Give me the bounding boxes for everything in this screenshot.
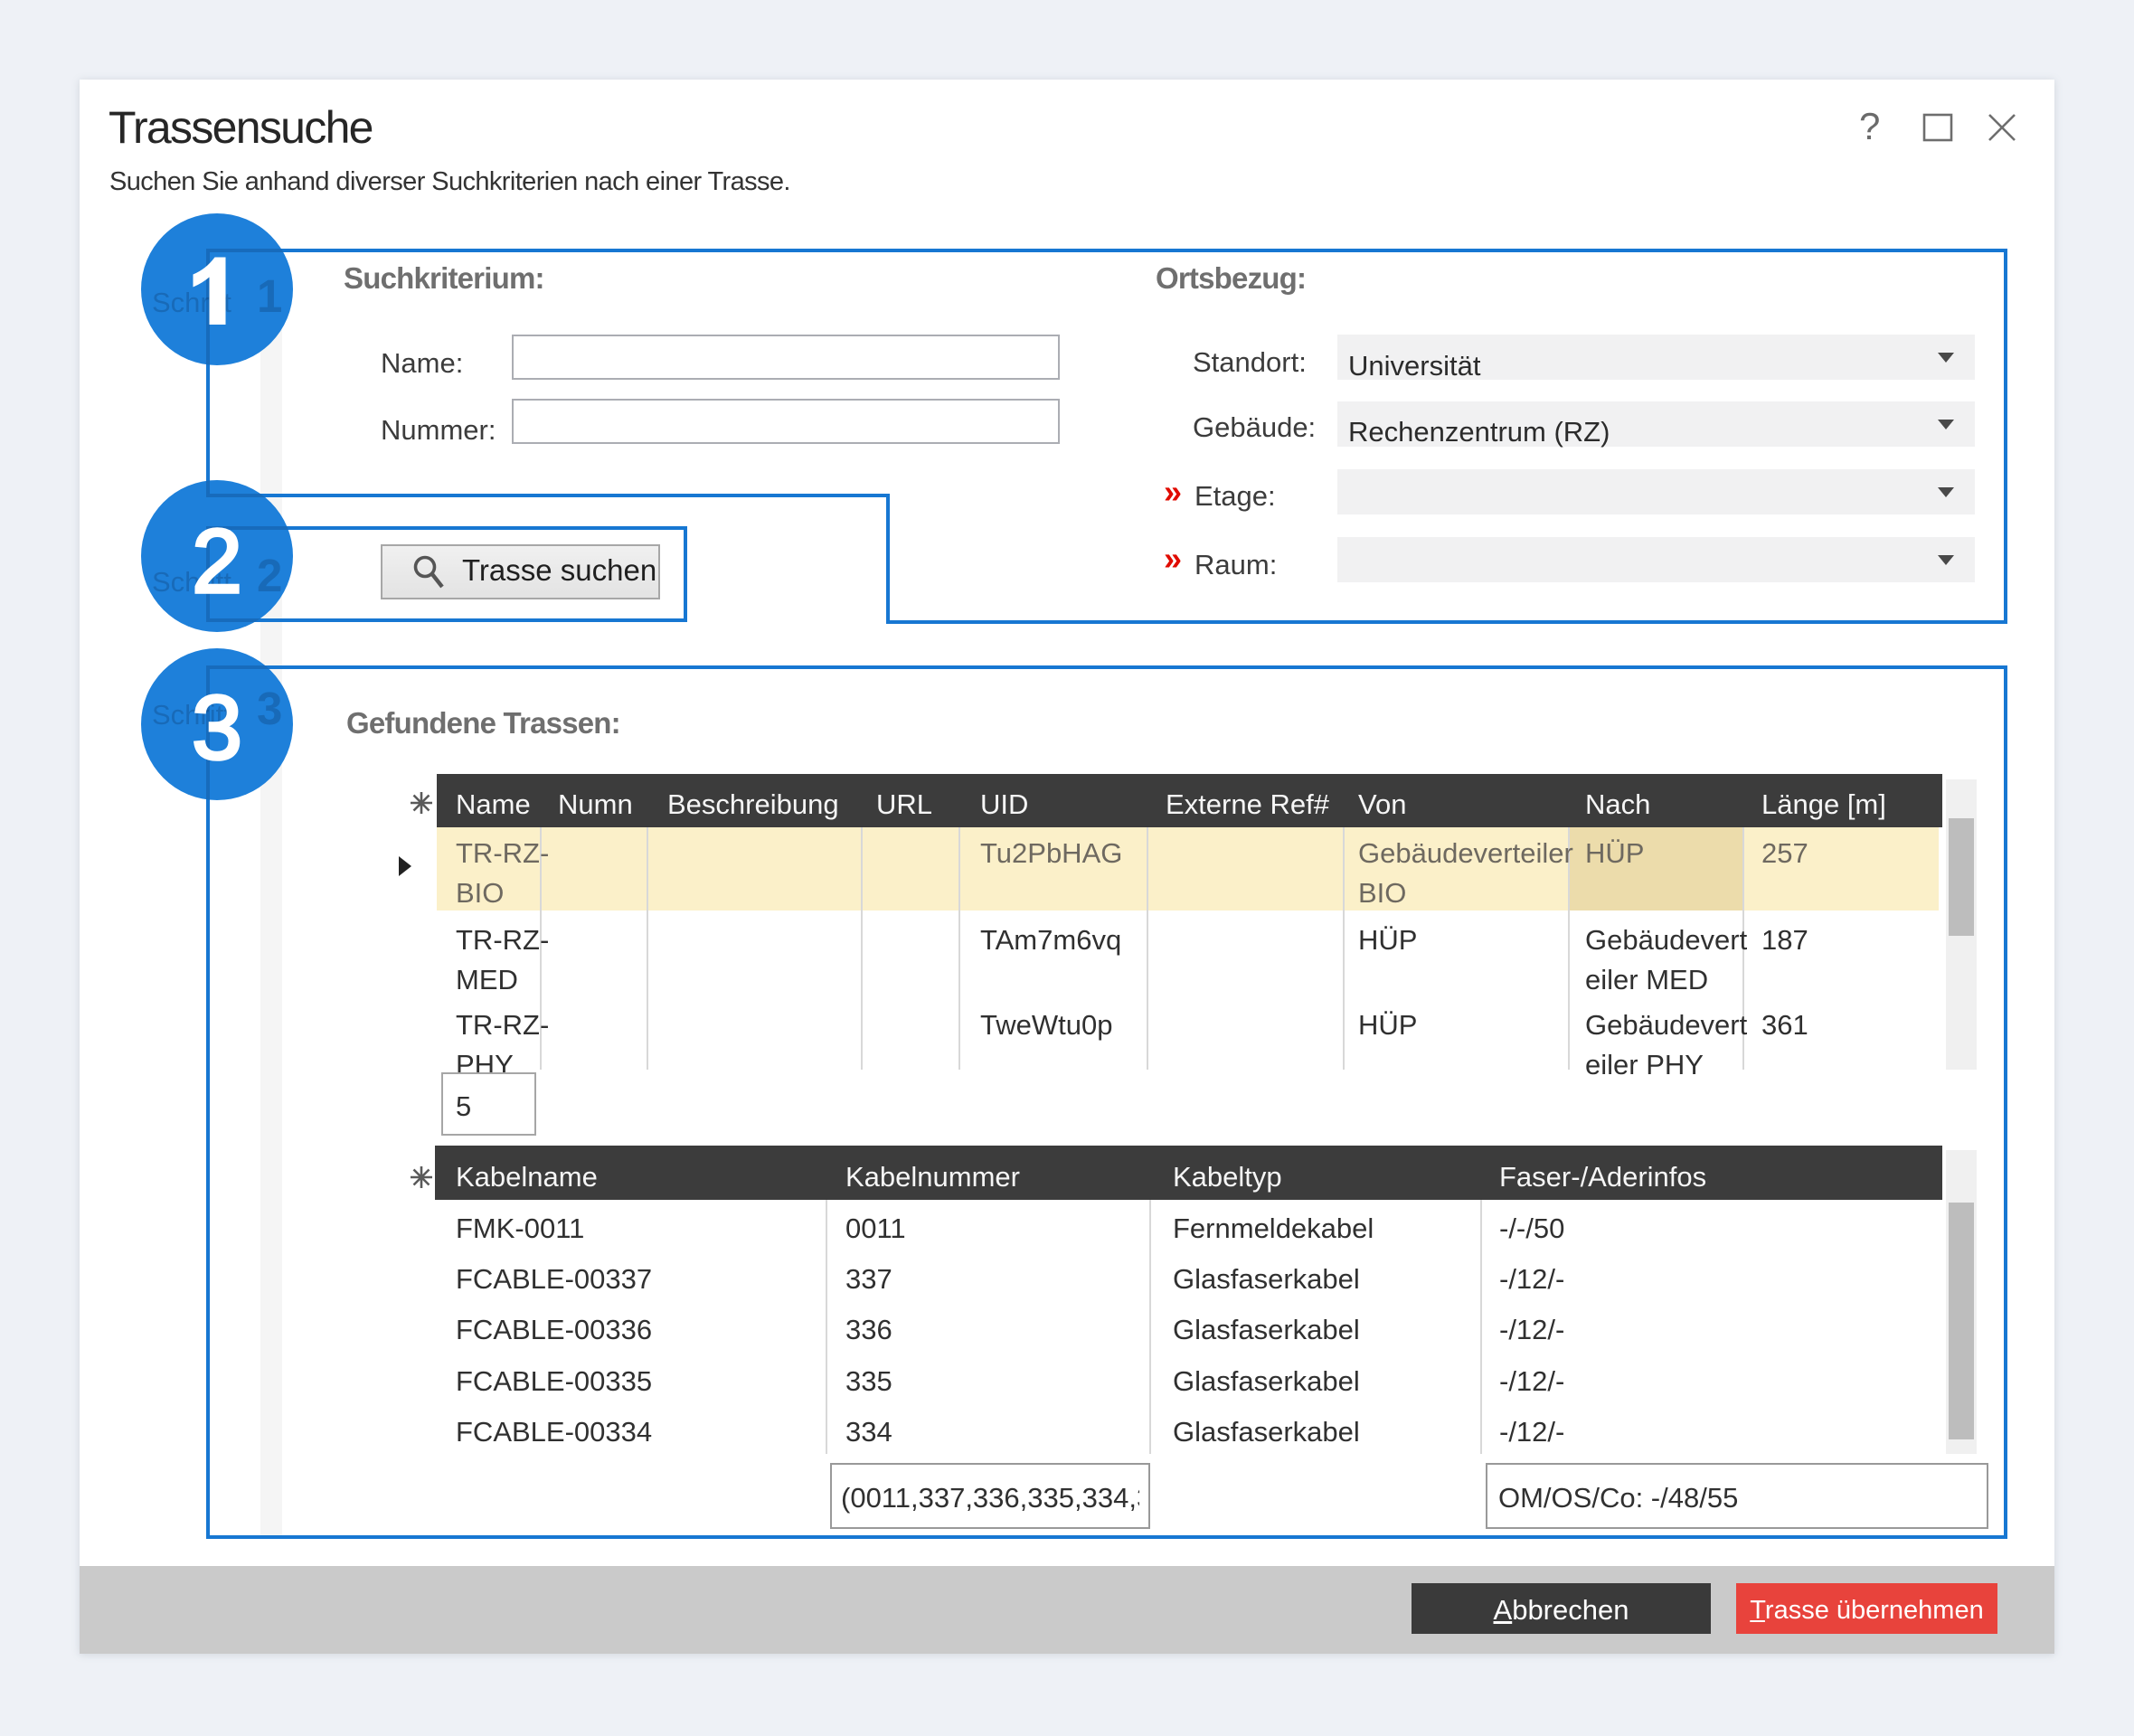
svg-text:1: 1 — [257, 270, 282, 322]
svg-text:3: 3 — [257, 683, 282, 734]
svg-text:2: 2 — [192, 511, 242, 612]
svg-text:3: 3 — [192, 677, 242, 778]
svg-text:2: 2 — [257, 550, 282, 601]
